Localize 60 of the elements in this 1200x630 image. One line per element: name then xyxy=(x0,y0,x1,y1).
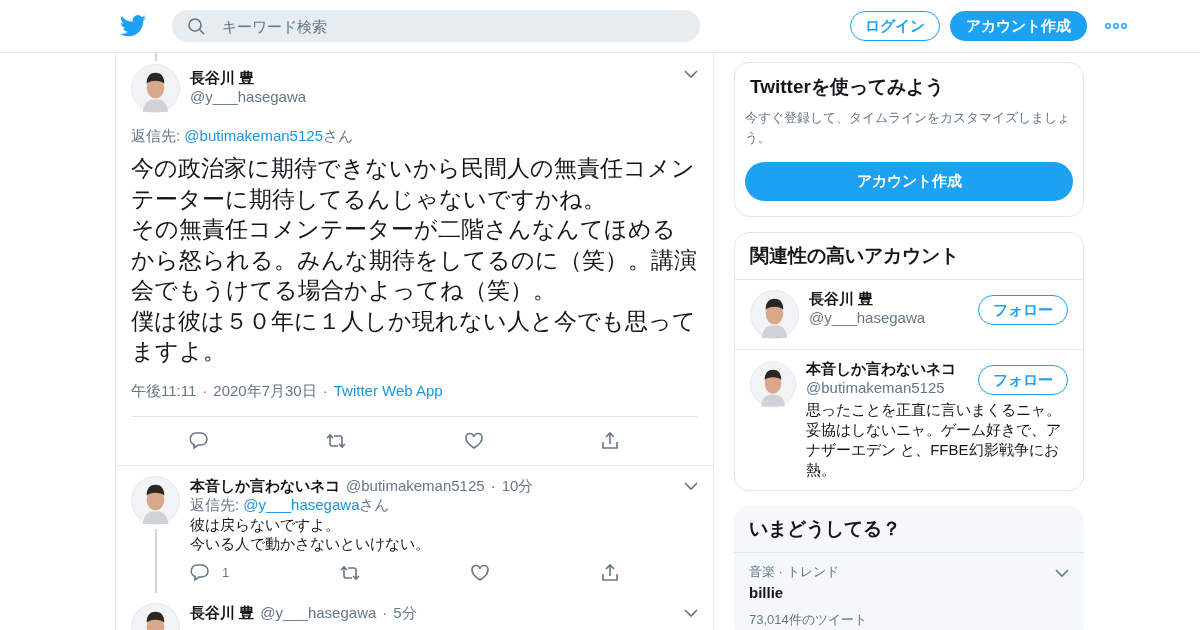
card-text: 今すぐ登録して、タイムラインをカスタマイズしましょう。 xyxy=(744,109,1071,147)
heart-icon[interactable] xyxy=(470,562,491,583)
follow-button[interactable]: フォロー xyxy=(978,365,1068,395)
mention-link[interactable]: @y___hasegawa xyxy=(243,495,360,513)
tweet-count: 73,014件のツイート xyxy=(749,611,868,629)
trend-name[interactable]: billie xyxy=(749,584,1055,601)
avatar-icon xyxy=(131,475,180,525)
account-handle[interactable]: @butimakeman5125 xyxy=(806,379,956,396)
account-handle[interactable]: @y___hasegawa xyxy=(809,309,926,326)
tweet-text: その無責任コメンテーターが二階さんなんてほめるから怒られる。みんな期待をしてるのに（笑）。講演会でもうけてる場合かよってね（笑）。 xyxy=(131,216,698,305)
reply-to-text: 返信先: @butimakeman5125さん xyxy=(131,127,354,146)
tweet-text: 彼は戻らないですよ。 xyxy=(190,514,341,534)
account-bio: 思ったことを正直に言いまくるニャ。妥協はしないニャ。ゲーム好きで、アナザーエデン と、FFBE幻影戦争にお熱。 xyxy=(806,400,1062,480)
search-icon xyxy=(188,18,205,35)
more-icon[interactable] xyxy=(1105,23,1127,29)
search-field[interactable]: キーワード検索 xyxy=(172,10,700,42)
avatar-icon xyxy=(131,64,180,113)
separator-dot: · xyxy=(490,476,496,494)
tweet-text: 僕は彼は５０年に１人しか現れない人と今でも思ってますよ。 xyxy=(131,307,697,366)
chevron-down-icon[interactable] xyxy=(684,481,698,491)
tweet-time[interactable]: 午後11:11 xyxy=(131,381,197,401)
tweet-age[interactable]: 5分 xyxy=(393,603,417,623)
share-icon[interactable] xyxy=(599,430,620,451)
account-name[interactable]: 長谷川 豊 xyxy=(809,290,926,309)
account-name[interactable]: 本音しか言わないネコ xyxy=(806,360,956,379)
author-handle[interactable]: @y___hasegawa xyxy=(260,603,377,621)
reply-count: 1 xyxy=(222,565,230,580)
avatar-icon xyxy=(750,360,796,409)
author-handle[interactable]: @butimakeman5125 xyxy=(346,476,485,494)
heart-icon[interactable] xyxy=(463,430,484,451)
card-title: Twitterを使ってみよう xyxy=(749,75,945,99)
trend-context: 音楽 · トレンド xyxy=(749,563,840,581)
login-button[interactable]: ログイン xyxy=(850,11,940,41)
mention-link[interactable]: @butimakeman5125 xyxy=(184,127,323,144)
author-name[interactable]: 長谷川 豊 xyxy=(190,69,307,88)
separator-dot: · xyxy=(202,381,208,401)
chevron-down-icon[interactable] xyxy=(684,608,698,618)
signup-button[interactable]: アカウント作成 xyxy=(950,11,1087,41)
card-title: いまどうしてる？ xyxy=(734,506,1084,553)
chevron-down-icon[interactable] xyxy=(1055,569,1069,578)
tweet-date[interactable]: 2020年7月30日 xyxy=(213,381,317,401)
separator-dot: · xyxy=(322,381,328,401)
follow-button[interactable]: フォロー xyxy=(978,295,1068,325)
signup-button[interactable]: アカウント作成 xyxy=(745,162,1073,201)
author-name[interactable]: 長谷川 豊 xyxy=(190,603,255,623)
tweet-age[interactable]: 10分 xyxy=(501,476,534,496)
card-title: 関連性の高いアカウント xyxy=(735,233,1083,280)
tweet-text: 今の政治家に期待できないから民間人の無責任コメンテーターに期待してるんじゃないですかね。 xyxy=(131,155,696,214)
author-handle[interactable]: @y___hasegawa xyxy=(190,88,307,105)
source-link[interactable]: Twitter Web App xyxy=(333,381,443,401)
avatar-icon xyxy=(750,290,799,339)
reply-icon[interactable] xyxy=(189,430,210,451)
separator-dot: · xyxy=(382,603,388,621)
bird-logo-icon[interactable] xyxy=(120,15,146,37)
author-name[interactable]: 本音しか言わないネコ xyxy=(190,476,340,496)
reply-icon[interactable] xyxy=(190,562,210,583)
chevron-down-icon[interactable] xyxy=(684,70,698,79)
tweet-text: 今いる人で動かさないといけない。 xyxy=(190,533,431,553)
share-icon[interactable] xyxy=(599,562,620,583)
reply-to-text: 返信先: @y___hasegawaさん xyxy=(190,495,391,515)
